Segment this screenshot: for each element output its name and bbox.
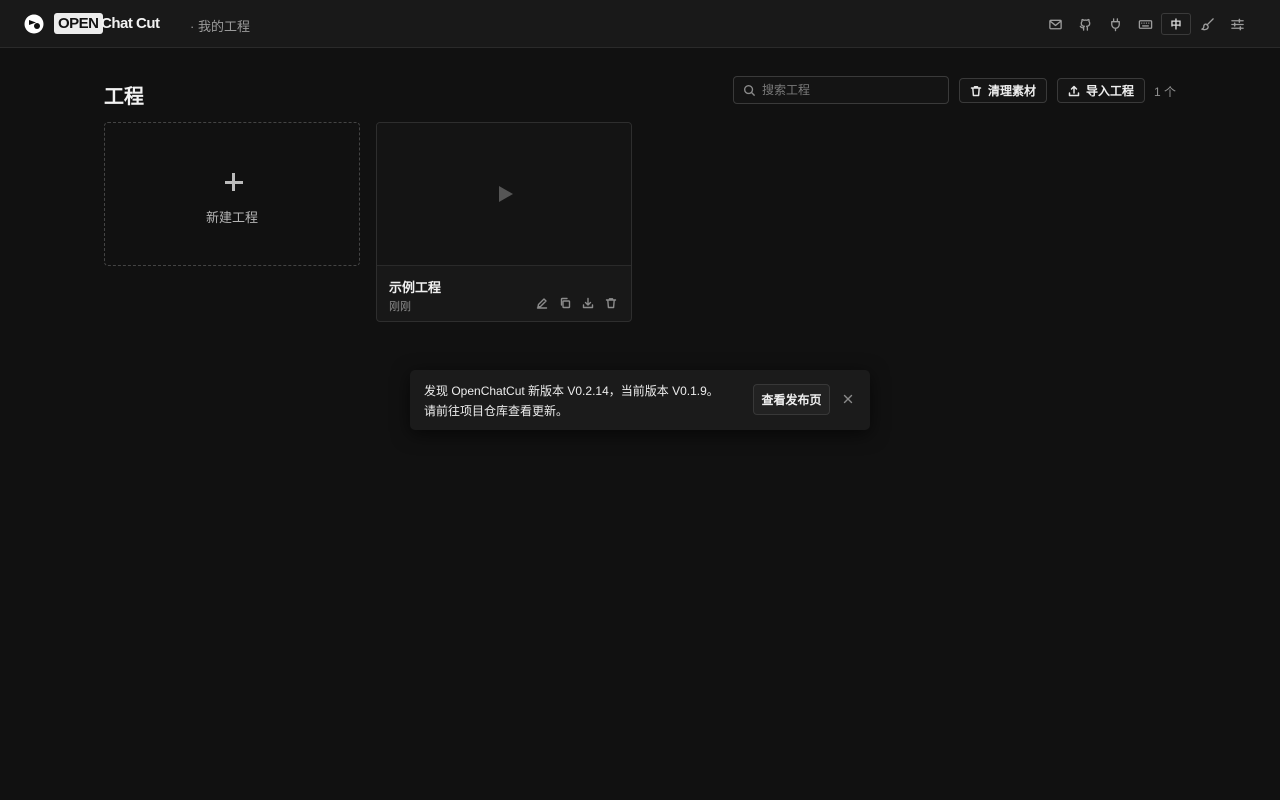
project-actions [534, 295, 619, 311]
clean-assets-button[interactable]: 清理素材 [959, 78, 1048, 103]
close-icon[interactable] [841, 392, 855, 406]
upload-icon [1068, 85, 1080, 96]
update-notification: 发现 OpenChatCut 新版本 V0.2.14，当前版本 V0.1.9。 … [410, 370, 870, 430]
rename-icon[interactable] [534, 295, 550, 311]
update-hint: 请前往项目仓库查看更新。 [424, 404, 569, 418]
github-icon[interactable] [1070, 12, 1100, 36]
app-logo-icon[interactable] [24, 14, 44, 34]
brand-open-badge: OPEN [54, 13, 103, 34]
project-thumbnail[interactable] [377, 123, 631, 266]
trash-icon [970, 85, 982, 96]
project-count: 1 个 [1154, 85, 1177, 99]
search-input[interactable] [762, 77, 942, 103]
mail-icon[interactable] [1040, 12, 1070, 36]
settings-sliders-icon[interactable] [1222, 12, 1252, 36]
page-title: 工程 [104, 86, 144, 108]
import-project-button[interactable]: 导入工程 [1057, 78, 1146, 103]
project-time: 刚刚 [389, 301, 411, 313]
plug-icon[interactable] [1100, 12, 1130, 36]
import-project-label: 导入工程 [1086, 84, 1135, 98]
breadcrumb[interactable]: · 我的工程 [190, 16, 250, 35]
keyboard-icon[interactable] [1130, 12, 1160, 36]
new-project-label: 新建工程 [205, 210, 258, 225]
search-box[interactable] [733, 76, 949, 104]
clean-assets-label: 清理素材 [988, 84, 1037, 98]
new-project-card[interactable]: 新建工程 [104, 122, 360, 266]
brand-name: Chat Cut [101, 15, 160, 32]
project-name: 示例工程 [389, 280, 442, 295]
language-toggle[interactable]: 中 [1161, 13, 1191, 35]
plus-icon [223, 171, 245, 193]
delete-icon[interactable] [603, 295, 619, 311]
top-bar: OPEN Chat Cut · 我的工程 中 [0, 0, 1280, 48]
download-icon[interactable] [580, 295, 596, 311]
play-icon [499, 186, 513, 202]
view-release-button[interactable]: 查看发布页 [753, 384, 830, 415]
search-icon [743, 84, 756, 97]
brush-icon[interactable] [1192, 12, 1222, 36]
project-card[interactable]: 示例工程 刚刚 [376, 122, 632, 322]
duplicate-icon[interactable] [557, 295, 573, 311]
update-message: 发现 OpenChatCut 新版本 V0.2.14，当前版本 V0.1.9。 [424, 384, 719, 398]
top-toolbar: 中 [1040, 12, 1252, 36]
